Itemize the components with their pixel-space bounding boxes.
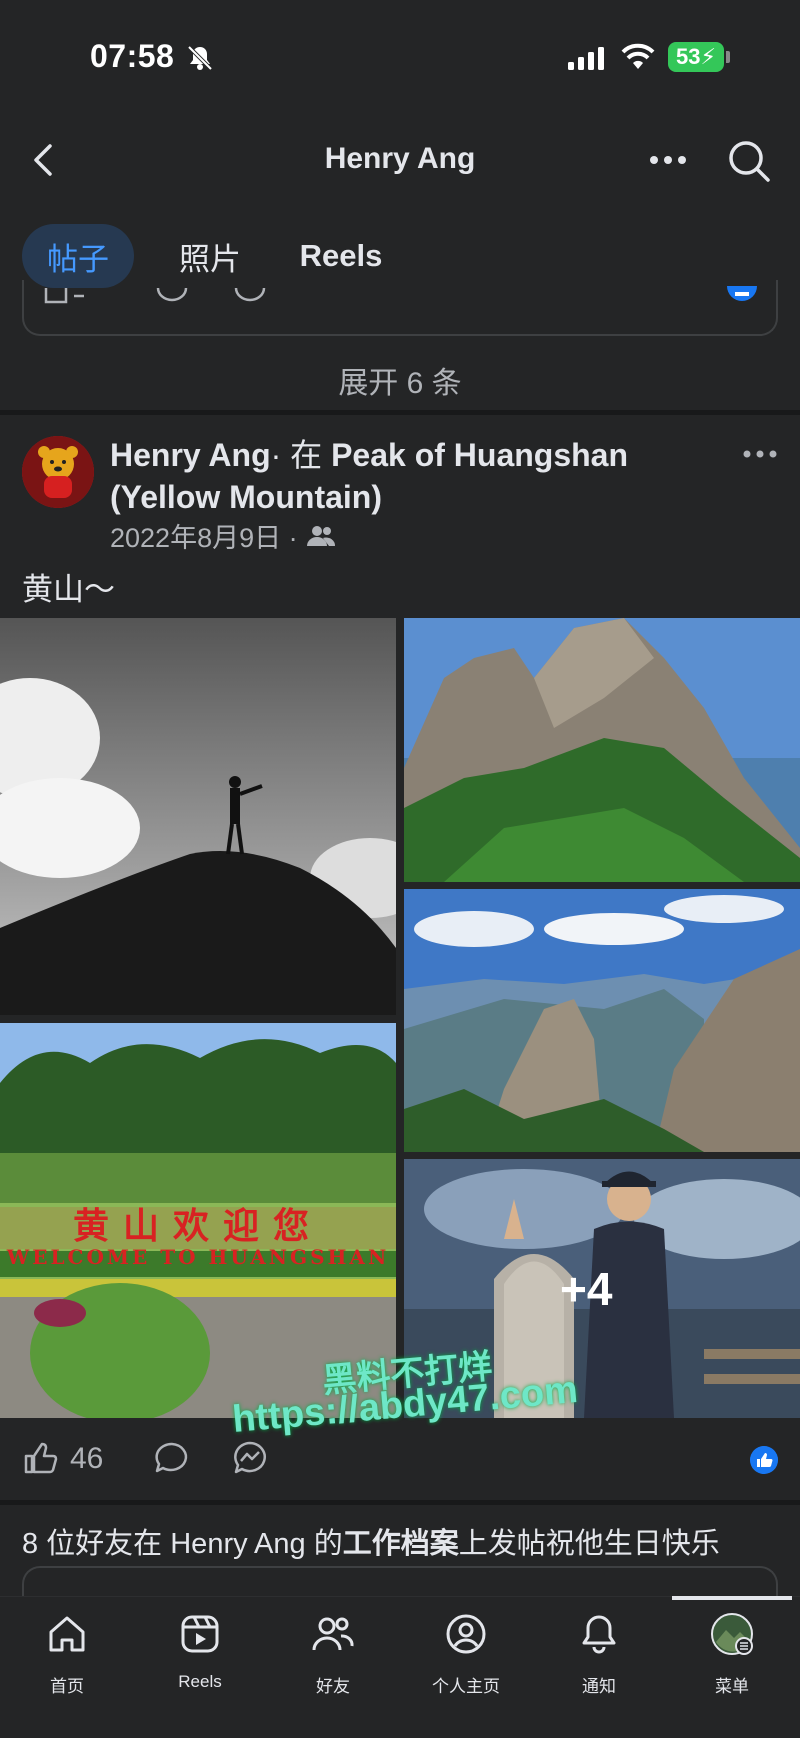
profile-icon: [446, 1614, 486, 1654]
birthday-work-profile-link[interactable]: 工作档案: [343, 1528, 459, 1560]
nav-home[interactable]: 首页: [17, 1612, 117, 1697]
wifi-icon: [621, 43, 655, 69]
expand-more-button[interactable]: 展开 6 条: [0, 358, 800, 402]
bell-muted-icon: [187, 45, 213, 71]
welcome-sign-chinese: 黄山欢迎您: [72, 1205, 323, 1247]
reels-icon: [181, 1615, 219, 1653]
cellular-signal-icon: [568, 47, 604, 70]
author-avatar[interactable]: [22, 436, 94, 508]
post-photo-ridge[interactable]: [404, 618, 800, 882]
post-text: 黄山～: [22, 572, 115, 607]
birthday-text-suffix: 上发帖祝他生日快乐: [458, 1528, 720, 1560]
previous-post-actions-icon: [44, 287, 266, 304]
nav-menu[interactable]: 菜单: [682, 1612, 782, 1697]
nav-notifications[interactable]: 通知: [549, 1612, 649, 1697]
friends-icon: [312, 1617, 354, 1651]
tab-photos[interactable]: 照片: [160, 224, 260, 288]
post-more-options-icon[interactable]: [742, 446, 778, 462]
status-time: 07:58: [90, 38, 175, 74]
previous-like-badge-icon: [727, 286, 757, 301]
nav-reels-label: Reels: [178, 1672, 222, 1691]
bottom-navigation: [0, 1596, 800, 1738]
friends-audience-icon: [306, 525, 335, 546]
nav-menu-label: 菜单: [715, 1677, 749, 1696]
more-photos-count[interactable]: +4: [560, 1262, 612, 1316]
section-divider: [0, 410, 800, 415]
post-location-prefix: · 在: [270, 437, 332, 473]
post-photo-cliffs[interactable]: [404, 889, 800, 1152]
nav-reels[interactable]: Reels: [150, 1612, 250, 1692]
post-author-name[interactable]: Henry Ang: [110, 437, 271, 473]
like-icon[interactable]: [22, 1440, 58, 1476]
battery-tip: [726, 51, 730, 63]
like-reaction-badge-icon: [750, 1446, 778, 1474]
tab-reels[interactable]: Reels: [286, 224, 396, 288]
messenger-share-icon[interactable]: [232, 1440, 268, 1476]
nav-profile[interactable]: 个人主页: [416, 1612, 516, 1697]
birthday-text-prefix: 8 位好友在 Henry Ang 的: [22, 1528, 343, 1560]
birthday-notice: 8 位好友在 Henry Ang 的工作档案上发帖祝他生日快乐: [22, 1520, 720, 1562]
post-date[interactable]: 2022年8月9日 ·: [110, 516, 298, 555]
post-meta: 2022年8月9日 ·: [110, 516, 336, 555]
nav-home-label: 首页: [50, 1677, 84, 1696]
post-photo-silhouette[interactable]: [0, 618, 396, 1015]
like-count[interactable]: 46: [70, 1442, 103, 1476]
tab-posts[interactable]: 帖子: [22, 224, 134, 288]
home-icon: [49, 1616, 85, 1652]
search-icon[interactable]: [726, 138, 772, 184]
post-author-line: Henry Ang· 在 Peak of Huangshan (Yellow M…: [110, 434, 710, 518]
more-options-icon[interactable]: [648, 150, 688, 170]
nav-notifications-label: 通知: [582, 1677, 616, 1696]
nav-profile-label: 个人主页: [432, 1677, 500, 1696]
nav-friends[interactable]: 好友: [283, 1612, 383, 1697]
nav-active-indicator: [672, 1596, 792, 1600]
battery-indicator: 53 ⚡: [668, 42, 724, 72]
bell-icon: [582, 1615, 616, 1654]
menu-avatar-icon: [711, 1613, 753, 1655]
nav-friends-label: 好友: [316, 1677, 350, 1696]
comment-icon[interactable]: [154, 1440, 190, 1476]
section-divider: [0, 1500, 800, 1505]
welcome-sign-english: WELCOME TO HUANGSHAN: [6, 1245, 390, 1269]
